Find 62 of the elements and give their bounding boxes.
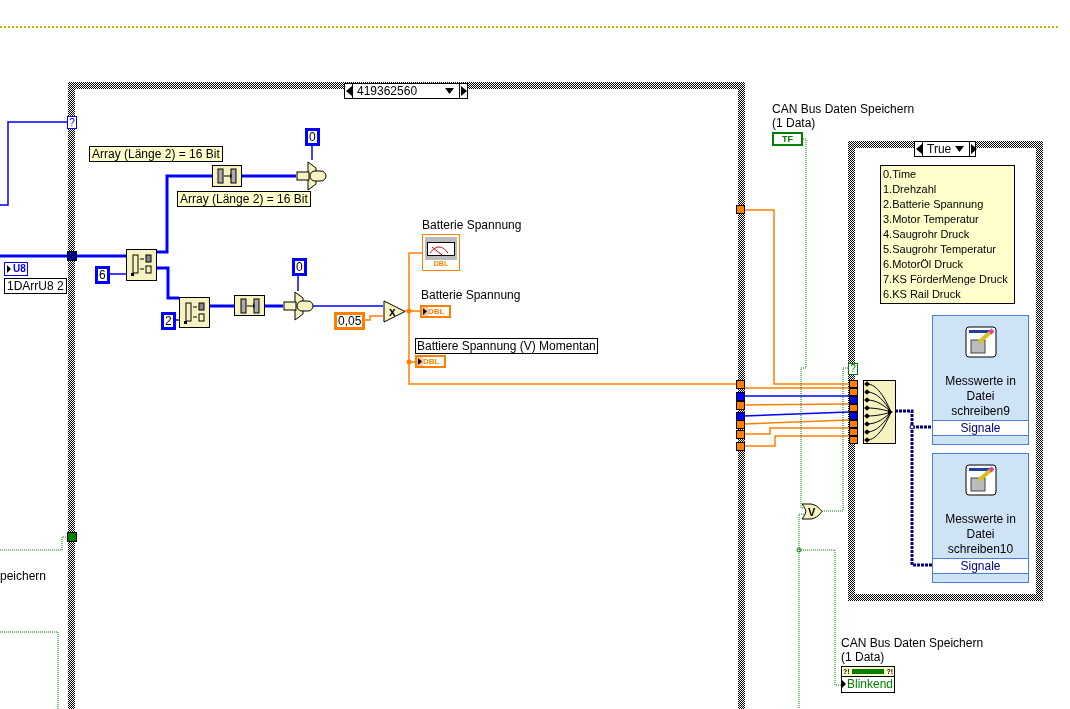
split-array-node — [179, 297, 210, 328]
terminal-arrow-icon — [842, 680, 847, 688]
case-tunnel: ? — [67, 116, 77, 129]
legend-entry: 1.Drehzahl — [883, 182, 938, 197]
legend-entry: 0.Time — [883, 167, 918, 182]
control-label: peichern — [0, 569, 47, 583]
numeric-constant: 6 — [95, 266, 110, 284]
legend-entry: 2.Batterie Spannung — [883, 197, 985, 212]
index-array-icon — [283, 290, 315, 322]
numeric-constant: 2 — [161, 312, 176, 330]
express-vi-title: Messwerte in Datei schreiben10 — [944, 510, 1017, 558]
case-tunnel — [67, 532, 77, 542]
express-vi-title: Messwerte in Datei schreiben9 — [944, 372, 1017, 420]
reverse-array-node — [234, 295, 265, 316]
decrement-arrow-icon[interactable] — [345, 84, 353, 98]
legend-entry: 4.Saugrohr Druck — [883, 227, 971, 242]
legend-entry: 7.KS FörderMenge Druck — [883, 272, 1009, 287]
increment-arrow-icon[interactable] — [459, 84, 467, 98]
build-array-node — [863, 380, 896, 444]
index-array-icon — [296, 160, 328, 192]
legend-entry: 3.Motor Temperatur — [883, 212, 980, 227]
signal-input-terminal[interactable]: Signale — [933, 420, 1028, 436]
comment-label: Array (Länge 2) = 16 Bit — [177, 191, 311, 207]
comment-label: Array (Länge 2) = 16 Bit — [89, 146, 223, 162]
case-tunnel — [67, 251, 77, 261]
indicator-label: Batterie Spannung — [420, 288, 522, 302]
terminal-arrow-icon — [422, 307, 428, 316]
numeric-constant: 0 — [292, 258, 307, 276]
case-tunnel — [736, 205, 745, 214]
express-vi-node[interactable]: Messwerte in Datei schreiben10 Signale — [932, 453, 1029, 583]
file-pencil-icon — [964, 326, 997, 358]
decrement-arrow-icon[interactable] — [915, 142, 923, 156]
case-selector[interactable]: True — [914, 141, 976, 157]
split-array-node — [126, 249, 157, 281]
array-control-label: 1DArrU8 2 — [4, 278, 67, 294]
legend-entry: 6.MotorÖl Druck — [883, 257, 965, 272]
indicator-label: CAN Bus Daten Speichern (1 Data) — [841, 636, 984, 664]
or-gate-node: V — [801, 503, 823, 520]
waveform-icon — [427, 241, 455, 256]
array-control-terminal: U8 — [4, 262, 28, 276]
reverse-array-node — [212, 165, 242, 187]
express-vi-node[interactable]: Messwerte in Datei schreiben9 Signale — [932, 315, 1029, 445]
numeric-constant: 0,05 — [334, 312, 366, 330]
indicator-label: Battiere Spannung (V) Momentan — [415, 338, 598, 354]
boolean-control-terminal: TF — [772, 132, 803, 146]
dropdown-caret-icon[interactable] — [955, 145, 966, 153]
numeric-indicator-terminal: DBL — [415, 355, 446, 368]
terminal-arrow-icon — [6, 264, 12, 274]
numeric-indicator-terminal: DBL — [420, 305, 451, 318]
file-pencil-icon — [964, 464, 997, 496]
signal-input-terminal[interactable]: Signale — [933, 558, 1028, 574]
case-selector-terminal: ? — [848, 363, 858, 375]
terminal-arrow-icon — [417, 357, 423, 366]
dropdown-caret-icon[interactable] — [445, 87, 455, 95]
numeric-constant: 0 — [305, 128, 320, 146]
control-label: CAN Bus Daten Speichern (1 Data) — [772, 102, 915, 130]
multiply-node: x — [383, 300, 406, 323]
increment-arrow-icon[interactable] — [969, 142, 978, 156]
indicator-label: Batterie Spannung — [422, 218, 522, 232]
legend-entry: 6.KS Rail Druck — [883, 287, 962, 302]
case-selector[interactable]: 419362560 — [344, 83, 468, 99]
legend-entry: 5.Saugrohr Temperatur — [883, 242, 997, 257]
